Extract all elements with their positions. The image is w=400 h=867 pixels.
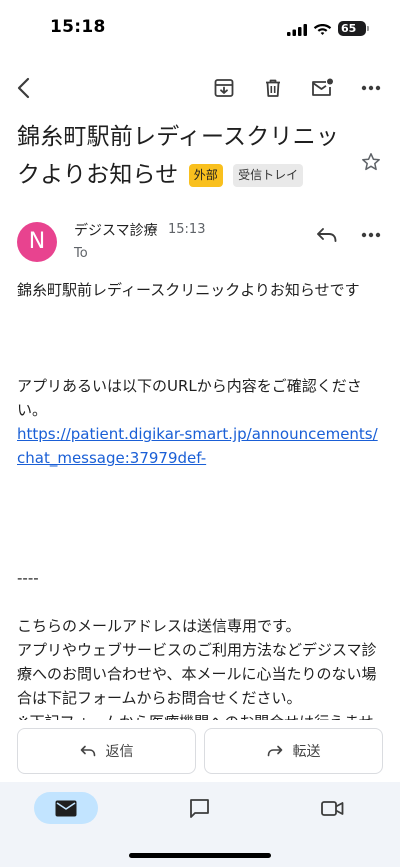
recipient-to[interactable]: To bbox=[74, 246, 88, 261]
nav-meet[interactable] bbox=[300, 792, 364, 824]
body-separator: ---- bbox=[17, 569, 39, 587]
mark-unread-button[interactable] bbox=[302, 66, 342, 110]
reply-label: 返信 bbox=[105, 744, 134, 760]
status-bar: 15:18 65 bbox=[0, 0, 400, 56]
mail-icon bbox=[55, 800, 77, 816]
body-line-intro: 錦糸町駅前レディースクリニックよりお知らせです bbox=[17, 281, 360, 299]
body-line-contact: アプリやウェブサービスのご利用方法などデジスマ診療へのお問い合わせや、本メールに… bbox=[17, 641, 377, 707]
battery-tip bbox=[367, 26, 369, 31]
reply-button[interactable]: 返信 bbox=[17, 728, 196, 774]
archive-icon bbox=[214, 79, 234, 97]
reply-icon bbox=[317, 228, 337, 242]
nav-mail[interactable] bbox=[34, 792, 98, 824]
star-icon bbox=[362, 153, 380, 171]
announcement-link[interactable]: https://patient.digikar-smart.jp/announc… bbox=[17, 425, 378, 467]
email-toolbar bbox=[0, 66, 400, 112]
chat-icon bbox=[189, 798, 209, 818]
message-more-button[interactable] bbox=[356, 220, 386, 250]
back-button[interactable] bbox=[4, 66, 44, 110]
status-time: 15:18 bbox=[50, 17, 106, 37]
wifi-icon bbox=[313, 24, 332, 35]
more-options-button[interactable] bbox=[351, 66, 391, 110]
battery-indicator: 65 bbox=[338, 21, 366, 36]
sender-time: 15:13 bbox=[168, 222, 206, 237]
video-icon bbox=[320, 800, 343, 816]
back-arrow-icon bbox=[17, 77, 30, 99]
email-body: 錦糸町駅前レディースクリニックよりお知らせです アプリあるいは以下のURLから内… bbox=[17, 278, 383, 720]
star-button[interactable] bbox=[356, 147, 386, 177]
email-subject: 錦糸町駅前レディースクリニックよりお知らせ 外部 受信トレイ bbox=[17, 118, 352, 194]
home-indicator[interactable] bbox=[129, 853, 271, 858]
mark-unread-icon bbox=[312, 78, 333, 96]
more-horizontal-icon bbox=[361, 85, 381, 91]
more-horizontal-icon bbox=[361, 232, 381, 238]
reply-button-header[interactable] bbox=[310, 220, 344, 250]
reply-icon bbox=[80, 745, 95, 757]
label-inbox[interactable]: 受信トレイ bbox=[233, 164, 304, 187]
body-line-instruction: アプリあるいは以下のURLから内容をご確認ください。 bbox=[17, 377, 362, 419]
body-line-note: ※下記フォームから医療機関へのお問合せは行えません。医療機関へのお問い合わせは直… bbox=[17, 710, 383, 720]
body-line-noreply: こちらのメールアドレスは送信専用です。 bbox=[17, 617, 301, 635]
nav-chat[interactable] bbox=[167, 792, 231, 824]
sender-avatar[interactable]: N bbox=[17, 222, 57, 262]
forward-label: 転送 bbox=[292, 744, 321, 760]
trash-icon bbox=[266, 79, 280, 97]
label-external: 外部 bbox=[188, 164, 223, 187]
reply-actions: 返信 転送 bbox=[0, 720, 400, 782]
forward-icon bbox=[267, 745, 282, 757]
sender-name[interactable]: デジスマ診療 bbox=[74, 220, 158, 240]
forward-button[interactable]: 転送 bbox=[204, 728, 383, 774]
delete-button[interactable] bbox=[253, 66, 293, 110]
archive-button[interactable] bbox=[204, 66, 244, 110]
cellular-signal-icon bbox=[287, 24, 307, 36]
